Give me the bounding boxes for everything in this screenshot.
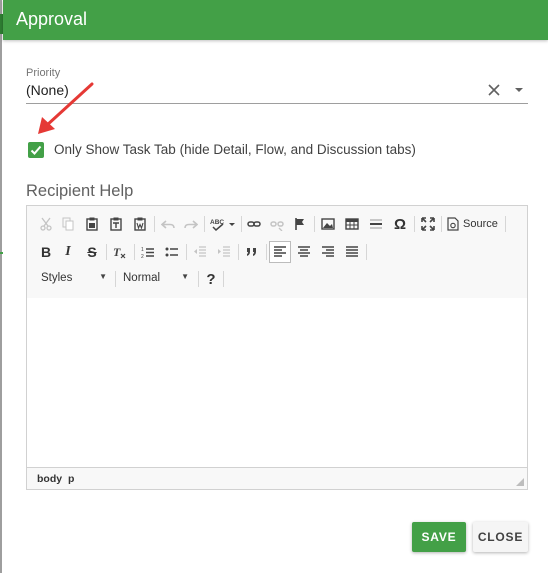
table-icon[interactable] — [343, 214, 361, 234]
italic-button[interactable]: I — [59, 242, 77, 262]
copy-icon[interactable] — [59, 214, 77, 234]
styles-label: Styles — [41, 272, 73, 284]
toolbar-separator — [266, 244, 267, 260]
indent-icon[interactable] — [215, 242, 233, 262]
link-icon[interactable] — [245, 214, 263, 234]
image-icon[interactable] — [319, 214, 337, 234]
editor-status-bar: body p — [27, 467, 527, 489]
task-tab-label: Only Show Task Tab (hide Detail, Flow, a… — [54, 142, 416, 157]
editor-toolbar: ABC Ω Source B I S T 1 2 Styles ▼ Normal… — [27, 206, 527, 299]
toolbar-separator — [238, 244, 239, 260]
toolbar-separator — [154, 216, 155, 232]
section-title: Recipient Help — [26, 182, 134, 200]
task-tab-checkbox[interactable] — [28, 142, 44, 158]
editor-content-area[interactable] — [27, 298, 527, 466]
bulleted-list-icon[interactable] — [163, 242, 181, 262]
numbered-list-icon[interactable]: 12 — [139, 242, 157, 262]
special-char-omega-icon[interactable]: Ω — [391, 214, 409, 234]
toolbar-separator — [414, 216, 415, 232]
source-label: Source — [463, 218, 498, 230]
format-dropdown[interactable]: Normal ▼ — [119, 269, 193, 289]
undo-icon[interactable] — [159, 214, 177, 234]
toolbar-separator — [505, 216, 506, 232]
chevron-down-icon: ▼ — [181, 272, 189, 281]
paste-word-icon[interactable] — [131, 214, 149, 234]
toolbar-separator — [198, 271, 199, 287]
redo-icon[interactable] — [182, 214, 200, 234]
dialog-title: Approval — [16, 9, 88, 29]
format-label: Normal — [123, 272, 161, 284]
align-center-icon[interactable] — [295, 242, 313, 262]
styles-dropdown[interactable]: Styles ▼ — [37, 269, 111, 289]
toolbar-separator — [441, 216, 442, 232]
toolbar-separator — [186, 244, 187, 260]
remove-format-icon[interactable]: T — [111, 242, 129, 262]
resize-handle-icon[interactable] — [516, 478, 524, 486]
horizontal-rule-icon[interactable] — [367, 214, 385, 234]
cut-icon[interactable] — [37, 214, 55, 234]
svg-text:1: 1 — [141, 247, 144, 253]
toolbar-separator — [115, 271, 116, 287]
strikethrough-button[interactable]: S — [83, 242, 101, 262]
svg-text:T: T — [113, 245, 121, 259]
rich-text-editor: ABC Ω Source B I S T 1 2 Styles ▼ Normal… — [26, 205, 528, 490]
priority-label: Priority — [26, 67, 61, 79]
chevron-down-icon: ▼ — [99, 272, 107, 281]
dialog-header: Approval — [3, 0, 548, 40]
toolbar-separator — [314, 216, 315, 232]
toolbar-separator — [134, 244, 135, 260]
align-right-icon[interactable] — [319, 242, 337, 262]
priority-underline — [26, 103, 528, 104]
maximize-icon[interactable] — [419, 214, 437, 234]
checkmark-icon — [30, 145, 42, 155]
svg-text:2: 2 — [141, 254, 144, 259]
anchor-flag-icon[interactable] — [291, 214, 309, 234]
help-button[interactable]: ? — [202, 269, 220, 289]
toolbar-separator — [106, 244, 107, 260]
paste-icon[interactable] — [83, 214, 101, 234]
dropdown-caret-icon[interactable] — [512, 83, 526, 97]
background-edge — [0, 0, 2, 573]
clear-icon[interactable] — [486, 82, 502, 98]
bold-button[interactable]: B — [37, 242, 55, 262]
toolbar-separator — [204, 216, 205, 232]
element-path-body[interactable]: body — [37, 473, 62, 485]
unlink-icon[interactable] — [268, 214, 286, 234]
save-button[interactable]: SAVE — [412, 522, 466, 552]
blockquote-icon[interactable] — [243, 242, 261, 262]
annotation-arrow-icon — [38, 82, 94, 134]
close-button[interactable]: CLOSE — [473, 522, 528, 552]
justify-icon[interactable] — [343, 242, 361, 262]
source-page-icon — [447, 217, 459, 231]
toolbar-separator — [366, 244, 367, 260]
align-left-icon[interactable] — [269, 241, 291, 263]
spellcheck-icon[interactable]: ABC — [209, 214, 237, 234]
outdent-icon[interactable] — [191, 242, 209, 262]
toolbar-separator — [241, 216, 242, 232]
element-path-p[interactable]: p — [68, 473, 74, 485]
background-edge-mark — [0, 252, 3, 254]
paste-text-icon[interactable] — [107, 214, 125, 234]
source-button[interactable]: Source — [447, 214, 501, 234]
toolbar-separator — [223, 271, 224, 287]
